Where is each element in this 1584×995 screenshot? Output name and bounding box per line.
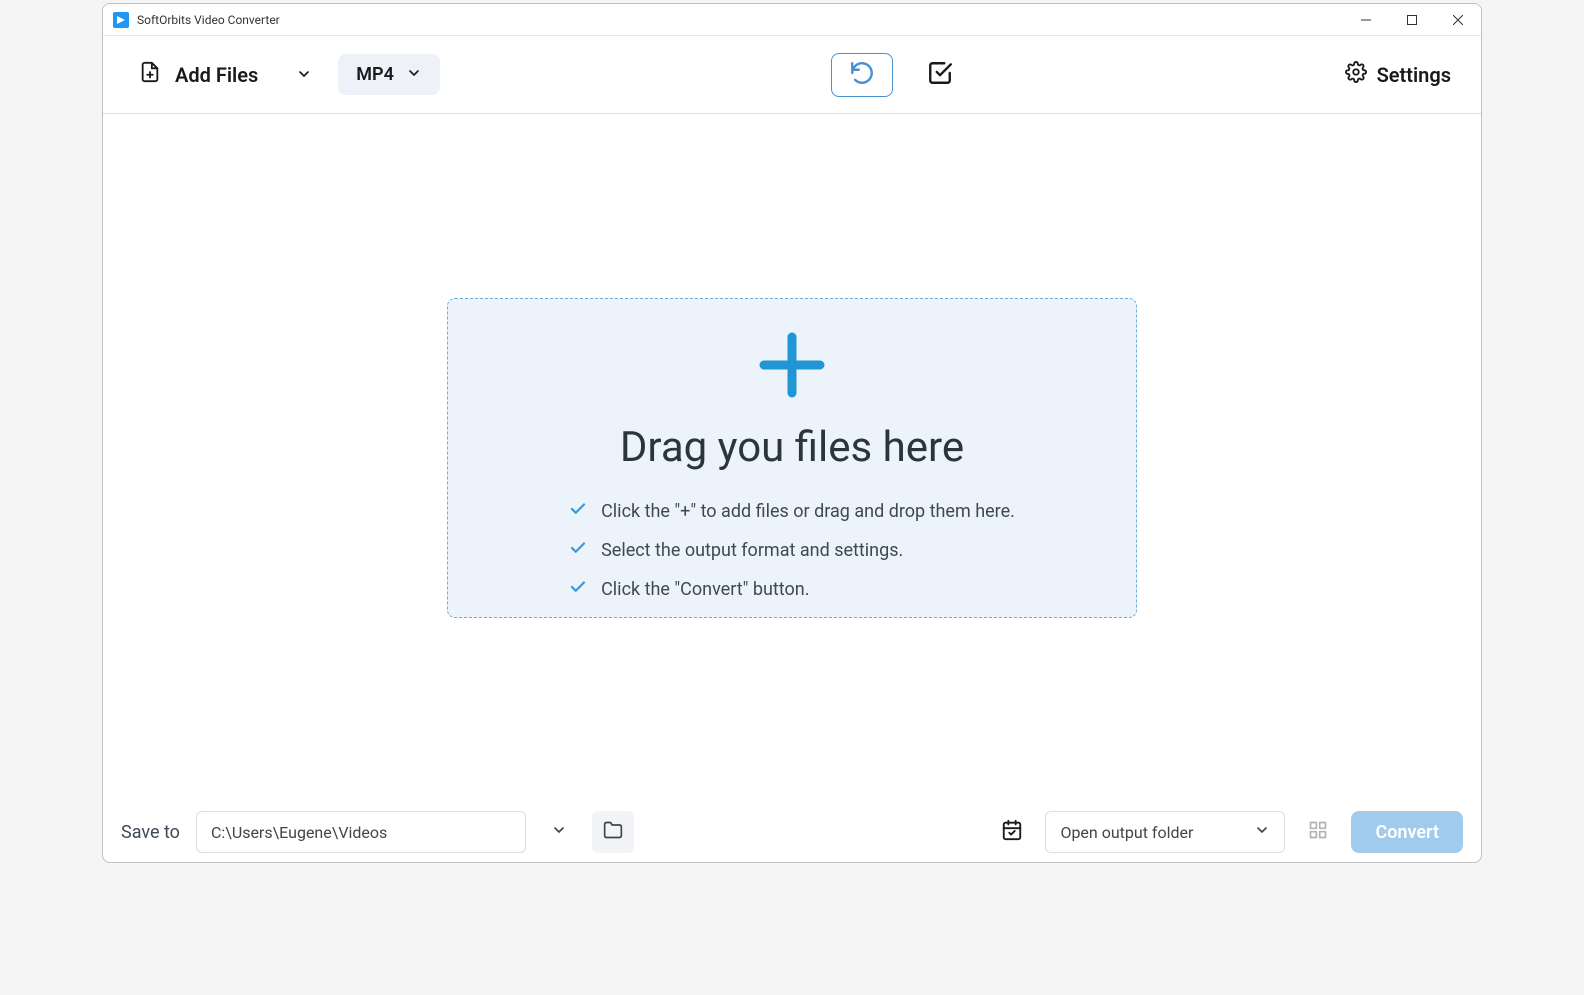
main-area: Drag you files here Click the "+" to add… — [103, 114, 1481, 802]
settings-button[interactable]: Settings — [1345, 61, 1451, 88]
chevron-down-icon — [1254, 822, 1270, 842]
calendar-icon — [1001, 819, 1023, 845]
save-path-input[interactable] — [196, 811, 526, 853]
output-folder-select[interactable]: Open output folder — [1045, 811, 1285, 853]
app-title: SoftOrbits Video Converter — [137, 13, 1343, 27]
toolbar-center — [440, 53, 1345, 97]
plus-icon — [756, 329, 828, 405]
refresh-icon — [849, 60, 875, 90]
chevron-down-icon — [406, 65, 422, 85]
gear-icon — [1345, 61, 1367, 88]
bottom-bar: Save to Open output folder — [103, 802, 1481, 862]
folder-icon — [603, 820, 623, 844]
convert-button[interactable]: Convert — [1351, 811, 1463, 853]
settings-label: Settings — [1377, 63, 1451, 87]
check-icon — [569, 500, 587, 523]
instruction-item: Click the "+" to add files or drag and d… — [569, 500, 1015, 523]
instruction-item: Select the output format and settings. — [569, 539, 1015, 562]
output-select-label: Open output folder — [1060, 823, 1193, 842]
check-icon — [569, 539, 587, 562]
minimize-button[interactable] — [1343, 4, 1389, 36]
format-selector[interactable]: MP4 — [338, 54, 440, 95]
check-icon — [569, 578, 587, 601]
add-files-button[interactable]: Add Files — [133, 51, 318, 98]
app-window: SoftOrbits Video Converter Add Files — [102, 3, 1482, 863]
instruction-text: Click the "Convert" button. — [601, 579, 809, 600]
save-to-label: Save to — [121, 822, 180, 843]
add-files-label: Add Files — [175, 63, 258, 87]
select-all-button[interactable] — [927, 60, 953, 90]
instruction-text: Click the "+" to add files or drag and d… — [601, 501, 1015, 522]
maximize-button[interactable] — [1389, 4, 1435, 36]
instruction-text: Select the output format and settings. — [601, 540, 903, 561]
grid-icon — [1308, 820, 1328, 844]
schedule-button[interactable] — [991, 811, 1033, 853]
check-square-icon — [927, 60, 953, 90]
toolbar: Add Files MP4 — [103, 36, 1481, 114]
chevron-down-icon — [551, 822, 567, 842]
grid-view-button[interactable] — [1297, 811, 1339, 853]
refresh-button[interactable] — [831, 53, 893, 97]
app-icon — [113, 12, 129, 28]
drop-zone[interactable]: Drag you files here Click the "+" to add… — [447, 298, 1137, 618]
instruction-item: Click the "Convert" button. — [569, 578, 1015, 601]
format-label: MP4 — [356, 64, 394, 85]
instructions-list: Click the "+" to add files or drag and d… — [569, 500, 1015, 601]
chevron-down-icon — [296, 63, 312, 87]
file-plus-icon — [139, 61, 161, 88]
path-dropdown-button[interactable] — [538, 811, 580, 853]
close-button[interactable] — [1435, 4, 1481, 36]
browse-folder-button[interactable] — [592, 811, 634, 853]
drop-title: Drag you files here — [620, 423, 964, 472]
titlebar: SoftOrbits Video Converter — [103, 4, 1481, 36]
window-controls — [1343, 4, 1481, 36]
